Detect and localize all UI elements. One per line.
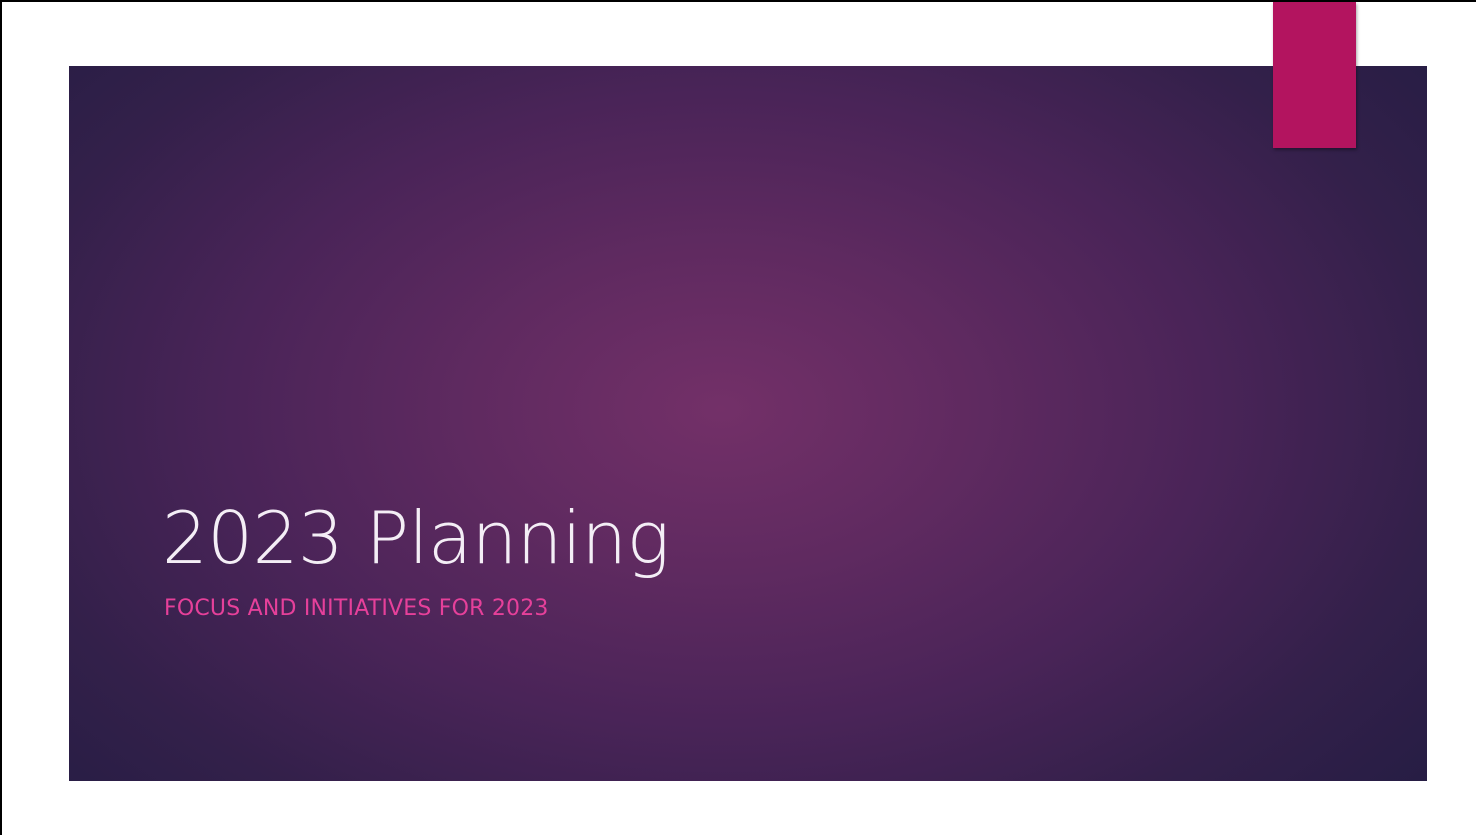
slide-subtitle[interactable]: FOCUS AND INITIATIVES FOR 2023 [164,595,549,623]
page: 2023 Planning FOCUS AND INITIATIVES FOR … [0,0,1476,835]
slide-title[interactable]: 2023 Planning [162,495,670,581]
accent-tab [1273,2,1356,148]
slide[interactable] [69,66,1427,781]
